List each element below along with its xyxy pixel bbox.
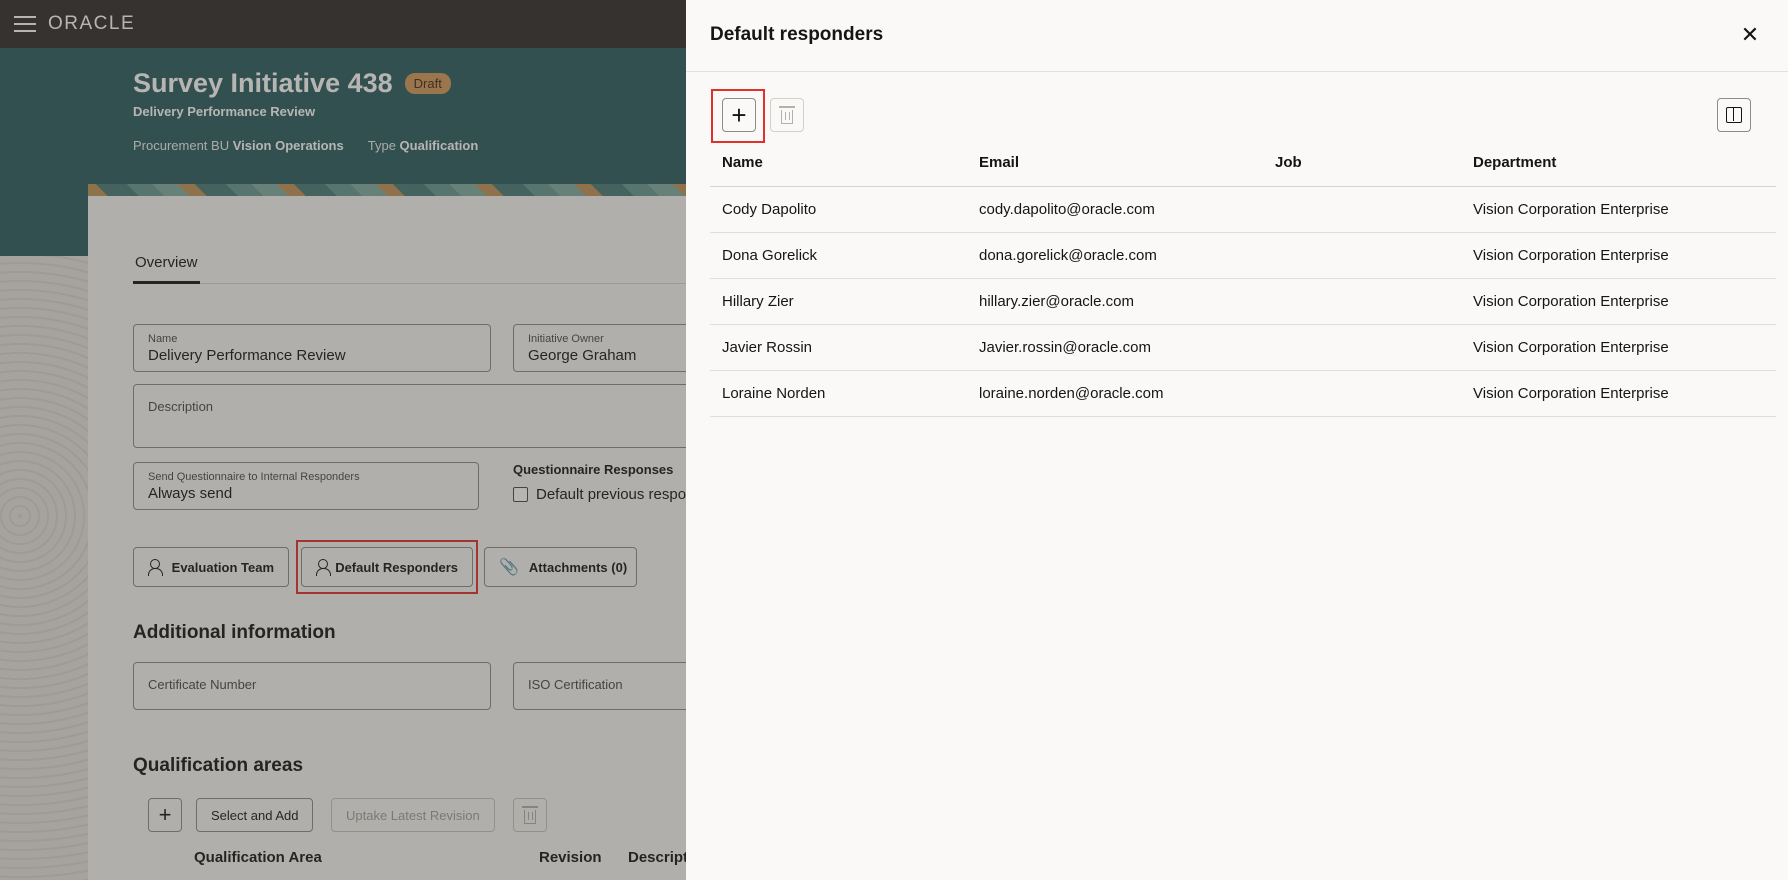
- table-row[interactable]: Cody Dapolito cody.dapolito@oracle.com V…: [710, 186, 1776, 233]
- drawer-title: Default responders: [710, 24, 884, 45]
- table-row[interactable]: Javier Rossin Javier.rossin@oracle.com V…: [710, 324, 1776, 371]
- trash-icon: [779, 105, 795, 124]
- cell-name: Cody Dapolito: [710, 186, 967, 233]
- cell-name: Javier Rossin: [710, 324, 967, 371]
- cell-department: Vision Corporation Enterprise: [1461, 232, 1776, 279]
- table-header-row: Name Email Job Department: [710, 140, 1776, 187]
- column-header-job[interactable]: Job: [1263, 140, 1461, 187]
- columns-icon: [1726, 107, 1742, 123]
- plus-icon: +: [731, 100, 747, 130]
- cell-department: Vision Corporation Enterprise: [1461, 186, 1776, 233]
- responders-table: Name Email Job Department Cody Dapolito …: [710, 140, 1776, 417]
- table-row[interactable]: Dona Gorelick dona.gorelick@oracle.com V…: [710, 232, 1776, 279]
- cell-department: Vision Corporation Enterprise: [1461, 324, 1776, 371]
- table-row[interactable]: Loraine Norden loraine.norden@oracle.com…: [710, 370, 1776, 417]
- cell-email: hillary.zier@oracle.com: [967, 278, 1263, 325]
- cell-email: cody.dapolito@oracle.com: [967, 186, 1263, 233]
- cell-name: Hillary Zier: [710, 278, 967, 325]
- column-header-department[interactable]: Department: [1461, 140, 1776, 187]
- cell-job: [1263, 232, 1461, 279]
- column-header-name[interactable]: Name: [710, 140, 967, 187]
- add-responder-button[interactable]: +: [722, 98, 756, 132]
- cell-job: [1263, 370, 1461, 417]
- cell-name: Dona Gorelick: [710, 232, 967, 279]
- cell-email: dona.gorelick@oracle.com: [967, 232, 1263, 279]
- cell-department: Vision Corporation Enterprise: [1461, 278, 1776, 325]
- column-layout-button[interactable]: [1717, 98, 1751, 132]
- table-row[interactable]: Hillary Zier hillary.zier@oracle.com Vis…: [710, 278, 1776, 325]
- cell-name: Loraine Norden: [710, 370, 967, 417]
- cell-email: Javier.rossin@oracle.com: [967, 324, 1263, 371]
- modal-scrim[interactable]: [0, 0, 686, 880]
- cell-job: [1263, 324, 1461, 371]
- cell-job: [1263, 186, 1461, 233]
- cell-department: Vision Corporation Enterprise: [1461, 370, 1776, 417]
- cell-email: loraine.norden@oracle.com: [967, 370, 1263, 417]
- delete-responder-button[interactable]: [770, 98, 804, 132]
- drawer-header: Default responders ✕: [686, 0, 1788, 72]
- close-icon[interactable]: ✕: [1738, 24, 1762, 48]
- default-responders-drawer: Default responders ✕ + Name Email Job De…: [686, 0, 1788, 880]
- column-header-email[interactable]: Email: [967, 140, 1263, 187]
- cell-job: [1263, 278, 1461, 325]
